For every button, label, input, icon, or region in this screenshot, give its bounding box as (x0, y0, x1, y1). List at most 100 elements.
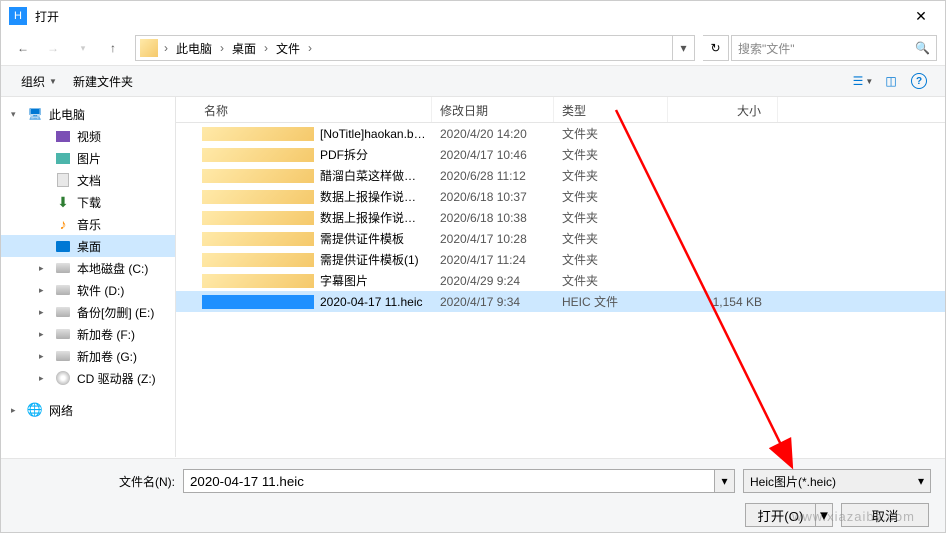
file-date: 2020/4/17 9:34 (432, 293, 554, 311)
file-size: 1,154 KB (668, 293, 778, 311)
file-date: 2020/4/17 10:28 (432, 230, 554, 248)
file-row[interactable]: PDF拆分2020/4/17 10:46文件夹 (176, 144, 945, 165)
tree-caret-icon[interactable]: ▸ (39, 329, 49, 340)
chevron-down-icon: ▼ (49, 77, 57, 86)
up-button[interactable]: ↑ (99, 35, 127, 61)
file-row[interactable]: 数据上报操作说明手册_SinglePagePDF2020/6/18 10:37文… (176, 186, 945, 207)
organize-button[interactable]: 组织 ▼ (13, 69, 65, 94)
tree-caret-icon[interactable]: ▸ (39, 285, 49, 296)
sidebar-item[interactable]: ▸新加卷 (F:) (1, 323, 175, 345)
file-size (668, 195, 778, 199)
address-dropdown[interactable]: ▾ (672, 36, 694, 60)
sidebar-item[interactable]: ⬇下载 (1, 191, 175, 213)
sidebar-item[interactable]: ▾🖥此电脑 (1, 103, 175, 125)
sidebar-item-label: CD 驱动器 (Z:) (77, 370, 156, 387)
breadcrumb-2[interactable]: 文件 (270, 36, 306, 60)
folder-icon (202, 169, 314, 183)
file-date: 2020/4/29 9:24 (432, 272, 554, 290)
preview-pane-button[interactable]: ◫ (879, 69, 903, 93)
file-name: 字幕图片 (320, 272, 432, 289)
sidebar-item[interactable]: ▸ 备份[勿删] (E:) (1, 301, 175, 323)
sidebar-item[interactable]: 桌面 (1, 235, 175, 257)
file-row[interactable]: 数据上报操作说明手册_SplitPDF2020/6/18 10:38文件夹 (176, 207, 945, 228)
breadcrumb-0[interactable]: 此电脑 (170, 36, 218, 60)
chevron-down-icon: ▾ (918, 474, 924, 488)
sidebar-item-label: 软件 (D:) (77, 282, 124, 299)
search-placeholder: 搜索"文件" (738, 40, 915, 57)
refresh-button[interactable]: ↻ (703, 35, 729, 61)
file-size (668, 216, 778, 220)
tree-caret-icon[interactable]: ▸ (39, 307, 49, 318)
file-type-filter[interactable]: Heic图片(*.heic) ▾ (743, 469, 931, 493)
sidebar-item-label: 备份[勿删] (E:) (77, 304, 154, 321)
tree-caret-icon[interactable]: ▸ (11, 405, 21, 416)
file-row[interactable]: 需提供证件模板(1)2020/4/17 11:24文件夹 (176, 249, 945, 270)
sidebar-item-label: 此电脑 (49, 106, 85, 123)
column-header-size[interactable]: 大小 (668, 97, 778, 122)
watermark: www.xiazaiba.com (792, 509, 915, 524)
back-button[interactable]: ← (9, 35, 37, 61)
app-icon: H (9, 7, 27, 25)
sidebar-item-label: 图片 (77, 150, 101, 167)
sidebar-item[interactable]: ▸ CD 驱动器 (Z:) (1, 367, 175, 389)
file-type: 文件夹 (554, 228, 668, 249)
search-input[interactable]: 搜索"文件" 🔍 (731, 35, 937, 61)
window-title: 打开 (35, 8, 901, 25)
file-row[interactable]: 醋溜白菜这样做，好吃到爆，还特别下2020/6/28 11:12文件夹 (176, 165, 945, 186)
sidebar-item[interactable]: 文档 (1, 169, 175, 191)
file-name: 需提供证件模板(1) (320, 251, 432, 268)
file-type: 文件夹 (554, 144, 668, 165)
folder-icon (202, 232, 314, 246)
filename-input[interactable] (183, 469, 715, 493)
file-name: 需提供证件模板 (320, 230, 432, 247)
sidebar-item[interactable]: ▸新加卷 (G:) (1, 345, 175, 367)
file-size (668, 258, 778, 262)
recent-dropdown[interactable]: ▾ (69, 35, 97, 61)
column-header-type[interactable]: 类型 (554, 97, 668, 122)
folder-icon (202, 253, 314, 267)
tree-caret-icon[interactable]: ▾ (11, 109, 21, 120)
address-bar[interactable]: › 此电脑 › 桌面 › 文件 › ▾ (135, 35, 695, 61)
tree-caret-icon[interactable]: ▸ (39, 351, 49, 362)
tree-caret-icon[interactable]: ▸ (39, 263, 49, 274)
folder-icon (202, 190, 314, 204)
column-header-date[interactable]: 修改日期 (432, 97, 554, 122)
file-size (668, 132, 778, 136)
sidebar-item[interactable]: ▸ 软件 (D:) (1, 279, 175, 301)
forward-button[interactable]: → (39, 35, 67, 61)
file-type: 文件夹 (554, 123, 668, 144)
sidebar-item-label: 本地磁盘 (C:) (77, 260, 148, 277)
file-size (668, 279, 778, 283)
file-name: 醋溜白菜这样做，好吃到爆，还特别下 (320, 167, 432, 184)
search-icon: 🔍 (915, 41, 930, 55)
tree-caret-icon[interactable]: ▸ (39, 373, 49, 384)
file-row[interactable]: 需提供证件模板2020/4/17 10:28文件夹 (176, 228, 945, 249)
chevron-right-icon[interactable]: › (162, 41, 170, 55)
file-name: PDF拆分 (320, 146, 432, 163)
new-folder-button[interactable]: 新建文件夹 (65, 69, 141, 94)
sidebar-item-label: 音乐 (77, 216, 101, 233)
view-button[interactable]: ☰▼ (851, 69, 875, 93)
sidebar-item[interactable]: ♪音乐 (1, 213, 175, 235)
sidebar-item-label: 下载 (77, 194, 101, 211)
file-row[interactable]: 字幕图片2020/4/29 9:24文件夹 (176, 270, 945, 291)
file-name: 数据上报操作说明手册_SinglePagePDF (320, 188, 432, 205)
filename-dropdown[interactable]: ▾ (715, 469, 735, 493)
sidebar-item-label: 网络 (49, 402, 73, 419)
sidebar-item[interactable]: ▸🌐网络 (1, 399, 175, 421)
file-row[interactable]: [NoTitle]haokan.baidu.com_v_vid=87...202… (176, 123, 945, 144)
sidebar-item-label: 视频 (77, 128, 101, 145)
help-button[interactable]: ? (907, 69, 931, 93)
sidebar-item[interactable]: 图片 (1, 147, 175, 169)
column-header-name[interactable]: 名称 (176, 97, 432, 122)
close-button[interactable]: ✕ (901, 2, 941, 30)
chevron-right-icon[interactable]: › (306, 41, 314, 55)
chevron-right-icon[interactable]: › (218, 41, 226, 55)
sidebar-item[interactable]: ▸ 本地磁盘 (C:) (1, 257, 175, 279)
breadcrumb-1[interactable]: 桌面 (226, 36, 262, 60)
folder-icon (202, 127, 314, 141)
folder-icon (202, 211, 314, 225)
sidebar-item[interactable]: 视频 (1, 125, 175, 147)
file-row[interactable]: 2020-04-17 11.heic2020/4/17 9:34HEIC 文件1… (176, 291, 945, 312)
chevron-right-icon[interactable]: › (262, 41, 270, 55)
